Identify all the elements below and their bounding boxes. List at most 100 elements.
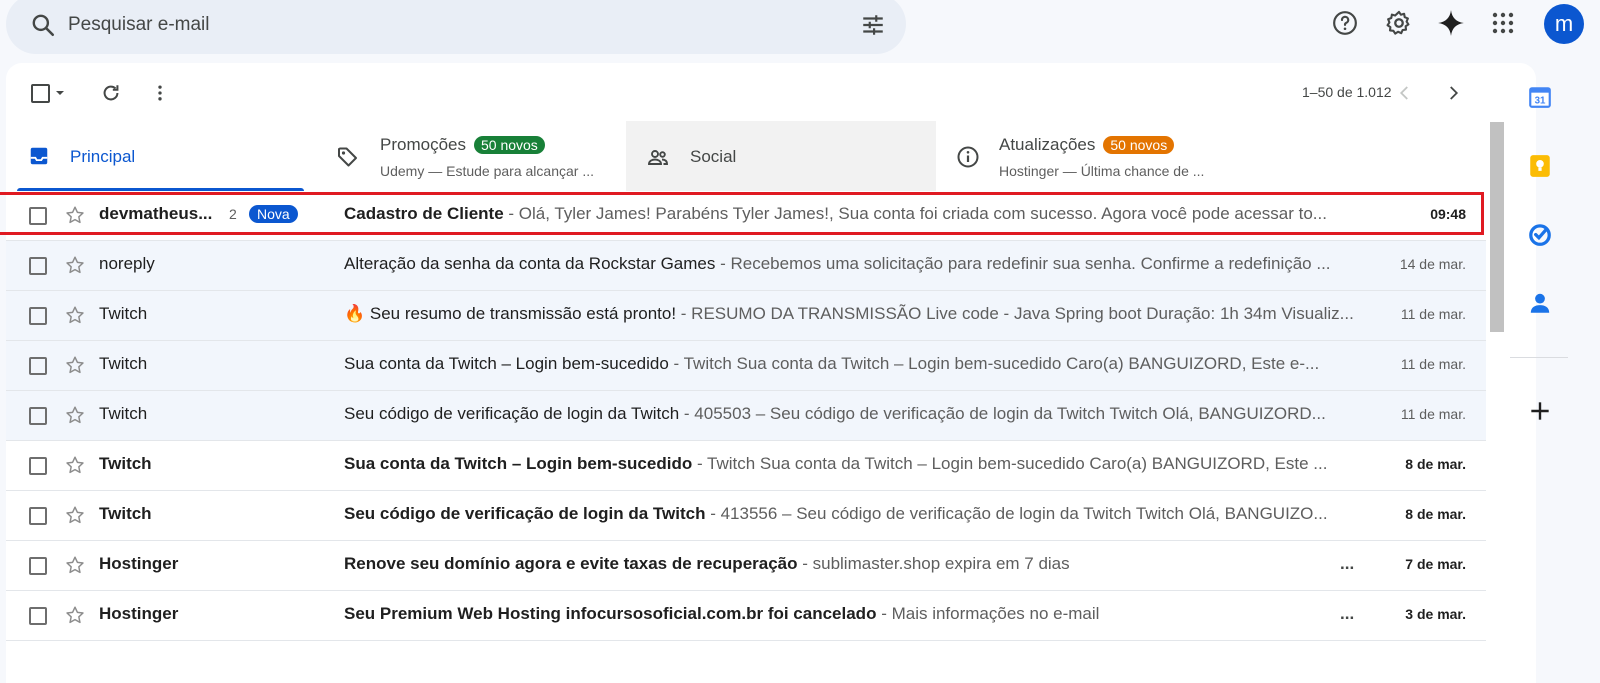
email-date: 8 de mar.	[1405, 506, 1466, 522]
row-checkbox[interactable]	[29, 257, 47, 275]
star-icon[interactable]	[64, 254, 86, 276]
new-count-badge: 50 novos	[1103, 136, 1175, 154]
email-date: 7 de mar.	[1405, 556, 1466, 572]
email-date: 14 de mar.	[1399, 256, 1466, 272]
email-sender: noreply	[99, 254, 155, 273]
email-sender: Twitch	[99, 504, 152, 523]
email-subject: Renove seu domínio agora e evite taxas d…	[344, 554, 798, 573]
tab-label: Social	[690, 147, 737, 166]
row-checkbox[interactable]	[29, 407, 47, 425]
email-date: 8 de mar.	[1405, 456, 1466, 472]
row-checkbox[interactable]	[29, 457, 47, 475]
email-row[interactable]: Twitch 🔥 Seu resumo de transmissão está …	[6, 291, 1486, 341]
attachment-more: ...	[1340, 554, 1355, 573]
email-date: 3 de mar.	[1405, 606, 1466, 622]
tab-principal[interactable]: Principal	[6, 121, 316, 191]
people-icon	[646, 145, 670, 169]
search-input[interactable]	[66, 11, 830, 39]
email-subject: Seu código de verificação de login da Tw…	[344, 504, 706, 523]
tab-promocoes[interactable]: Promoções 50 novos Udemy — Estude para al…	[316, 121, 626, 191]
email-snippet: - RESUMO DA TRANSMISSÃO Live code - Java…	[676, 304, 1354, 323]
keep-icon[interactable]	[1527, 153, 1553, 179]
email-snippet: - 405503 – Seu código de verificação de …	[679, 404, 1326, 423]
tab-label: Atualizações	[999, 135, 1096, 154]
contacts-icon[interactable]	[1527, 290, 1553, 316]
attachment-more: ...	[1340, 604, 1355, 623]
select-dropdown-icon[interactable]	[52, 80, 68, 106]
star-icon[interactable]	[64, 354, 86, 376]
selection-highlight	[0, 192, 1484, 235]
tab-preview: Udemy — Estude para alcançar ...	[380, 163, 594, 179]
email-snippet: - sublimaster.shop expira em 7 dias	[797, 554, 1070, 573]
avatar[interactable]: m	[1544, 4, 1584, 44]
pagination-text: 1–50 de 1.012	[1302, 84, 1392, 100]
refresh-icon[interactable]	[98, 80, 124, 106]
tag-icon	[336, 145, 360, 169]
new-count-badge: 50 novos	[473, 136, 545, 154]
row-checkbox[interactable]	[29, 507, 47, 525]
email-subject: Alteração da senha da conta da Rockstar …	[344, 254, 716, 273]
row-checkbox[interactable]	[29, 607, 47, 625]
calendar-icon[interactable]: 31	[1527, 84, 1553, 110]
select-all-checkbox[interactable]	[27, 80, 53, 106]
email-subject: Seu Premium Web Hosting infocursosoficia…	[344, 604, 877, 623]
email-list: devmatheus... 2 Nova Cadastro de Cliente…	[6, 191, 1486, 641]
email-sender: Twitch	[99, 304, 148, 323]
email-snippet: - Twitch Sua conta da Twitch – Login bem…	[668, 354, 1320, 373]
info-icon	[956, 145, 980, 169]
star-icon[interactable]	[64, 454, 86, 476]
search-bar[interactable]	[6, 0, 906, 54]
row-checkbox[interactable]	[29, 357, 47, 375]
email-subject: Sua conta da Twitch – Login bem-sucedido	[344, 354, 669, 373]
tab-social[interactable]: Social	[626, 121, 936, 191]
email-snippet: - Recebemos uma solicitação para redefin…	[715, 254, 1331, 273]
email-sender: Hostinger	[99, 604, 179, 623]
star-icon[interactable]	[64, 504, 86, 526]
email-row[interactable]: Twitch Seu código de verificação de logi…	[6, 391, 1486, 441]
email-row[interactable]: Hostinger Seu Premium Web Hosting infocu…	[6, 591, 1486, 641]
star-icon[interactable]	[64, 404, 86, 426]
prev-page-icon[interactable]	[1392, 80, 1418, 106]
email-row[interactable]: noreply Alteração da senha da conta da R…	[6, 241, 1486, 291]
gemini-icon[interactable]	[1436, 8, 1466, 38]
tab-atualizacoes[interactable]: Atualizações 50 novos Hostinger — Última …	[936, 121, 1518, 191]
email-row[interactable]: Twitch Seu código de verificação de logi…	[6, 491, 1486, 541]
email-row[interactable]: Twitch Sua conta da Twitch – Login bem-s…	[6, 341, 1486, 391]
row-checkbox[interactable]	[29, 307, 47, 325]
email-sender: Twitch	[99, 354, 148, 373]
email-subject: Seu código de verificação de login da Tw…	[344, 404, 680, 423]
email-date: 11 de mar.	[1400, 406, 1466, 422]
toolbar: 1–50 de 1.012	[6, 63, 1536, 121]
search-icon[interactable]	[30, 12, 56, 38]
next-page-icon[interactable]	[1440, 80, 1466, 106]
inbox-icon	[28, 145, 52, 169]
email-row[interactable]: Twitch Sua conta da Twitch – Login bem-s…	[6, 441, 1486, 491]
plus-icon[interactable]	[1527, 398, 1553, 424]
email-sender: Twitch	[99, 454, 152, 473]
star-icon[interactable]	[64, 554, 86, 576]
scrollbar[interactable]	[1490, 122, 1504, 332]
category-tabs: Principal Promoções 50 novos Udemy — Estu…	[6, 121, 1518, 191]
star-icon[interactable]	[64, 304, 86, 326]
email-subject: 🔥 Seu resumo de transmissão está pronto!	[344, 304, 677, 323]
tasks-icon[interactable]	[1527, 221, 1553, 247]
star-icon[interactable]	[64, 604, 86, 626]
gear-icon[interactable]	[1384, 8, 1414, 38]
email-sender: Hostinger	[99, 554, 179, 573]
email-sender: Twitch	[99, 404, 148, 423]
row-checkbox[interactable]	[29, 557, 47, 575]
divider	[1510, 357, 1568, 358]
tab-label: Promoções	[380, 135, 466, 154]
email-date: 11 de mar.	[1400, 306, 1466, 322]
email-subject: Sua conta da Twitch – Login bem-sucedido	[344, 454, 693, 473]
apps-icon[interactable]	[1488, 8, 1518, 38]
email-snippet: - Mais informações no e-mail	[876, 604, 1100, 623]
help-icon[interactable]	[1330, 8, 1360, 38]
tab-preview: Hostinger — Última chance de ...	[999, 163, 1205, 179]
more-options-icon[interactable]	[147, 80, 173, 106]
email-row[interactable]: Hostinger Renove seu domínio agora e evi…	[6, 541, 1486, 591]
filter-icon[interactable]	[860, 12, 886, 38]
email-date: 11 de mar.	[1400, 356, 1466, 372]
email-snippet: - 413556 – Seu código de verificação de …	[705, 504, 1328, 523]
mail-panel: 1–50 de 1.012 Principal Promoções 50 novo…	[6, 63, 1536, 683]
